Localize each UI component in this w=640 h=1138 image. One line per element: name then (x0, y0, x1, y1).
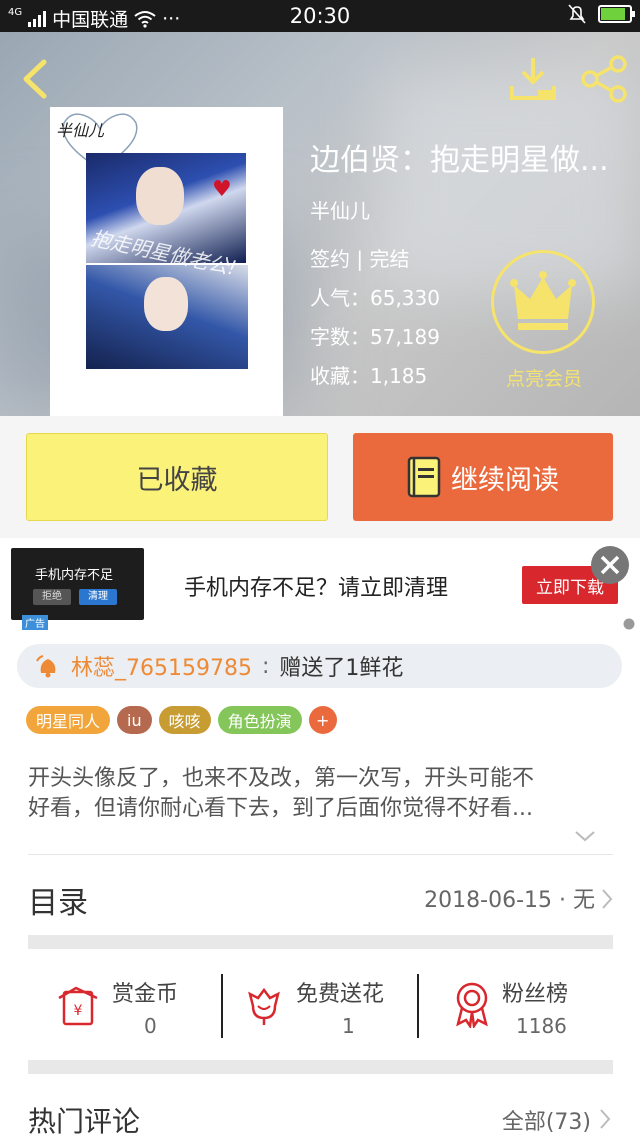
ad-tag: 广告 (22, 615, 48, 630)
gift-user-name[interactable]: 林蕊_765159785 (71, 650, 252, 682)
stat-label: 赏金币 (112, 982, 179, 1007)
vip-crown-button[interactable] (491, 250, 595, 354)
description-line: 好看，但请你耐心看下去，到了后面你觉得不好看... (28, 796, 533, 821)
mute-bell-icon (568, 4, 586, 24)
bell-ring-icon (36, 655, 56, 678)
book-title: 边伯贤：抱走明星做... (310, 143, 609, 178)
crown-icon (510, 271, 576, 330)
stats-row: ¥ 赏金币 0 免费送花 1 粉丝榜 1186 (28, 962, 613, 1048)
close-icon (600, 555, 620, 575)
gift-separator: : (261, 653, 270, 679)
ad-choice-icon[interactable] (620, 618, 638, 630)
vip-label[interactable]: 点亮会员 (494, 364, 594, 391)
section-divider (28, 1060, 613, 1074)
share-button[interactable] (578, 54, 630, 104)
book-header: 半仙儿 ♥ 抱走明星做老公! 边伯贤：抱走明星做... 半仙儿 签约 | 完结 … (0, 32, 640, 416)
book-popularity: 人气：65,330 (310, 286, 440, 310)
stat-fan-ranking[interactable]: 粉丝榜 1186 (420, 962, 613, 1048)
divider (28, 854, 613, 855)
download-button[interactable] (508, 54, 558, 104)
hot-comments-header[interactable]: 热门评论 全部(73) (28, 1098, 613, 1138)
book-status: 签约 | 完结 (310, 247, 410, 271)
tag-item[interactable]: 角色扮演 (217, 706, 302, 734)
back-button[interactable] (14, 54, 58, 104)
tag-list: 明星同人 iu 咳咳 角色扮演 + (26, 706, 337, 734)
stat-coins[interactable]: ¥ 赏金币 0 (28, 962, 222, 1048)
stat-flowers[interactable]: 免费送花 1 (224, 962, 418, 1048)
stat-value: 0 (144, 1014, 157, 1038)
action-bar: 已收藏 继续阅读 (0, 416, 640, 538)
status-time: 20:30 (289, 4, 351, 28)
toc-update-date: 2018-06-15 · 无 (424, 888, 595, 913)
svg-text:¥: ¥ (74, 1003, 83, 1019)
tag-item[interactable]: 咳咳 (158, 706, 211, 734)
tag-item[interactable]: 明星同人 (26, 706, 111, 734)
stat-label: 免费送花 (296, 982, 385, 1007)
battery-icon (598, 5, 635, 23)
comments-title: 热门评论 (28, 1105, 141, 1138)
stat-value: 1186 (516, 1014, 567, 1038)
toc-row[interactable]: 目录 2018-06-15 · 无 (28, 868, 613, 924)
book-detail-content: 林蕊_765159785 : 赠送了1鲜花 明星同人 iu 咳咳 角色扮演 + … (0, 632, 640, 1138)
battery-level (601, 8, 625, 20)
ad-image-clean: 清理 (79, 589, 117, 605)
status-right (568, 4, 635, 24)
description-line: 开头头像反了，也来不及改，第一次写，开头可能不 (28, 766, 535, 791)
ad-image[interactable]: 手机内存不足 拒绝 清理 广告 (11, 548, 144, 630)
ad-image-title: 手机内存不足 (35, 568, 114, 583)
book-cover[interactable]: 半仙儿 ♥ 抱走明星做老公! (50, 107, 283, 416)
ad-close-button[interactable] (591, 546, 629, 584)
flower-icon (248, 987, 280, 1025)
stat-value: 1 (342, 1014, 355, 1038)
continue-reading-button[interactable]: 继续阅读 (353, 433, 613, 521)
chevron-right-icon (600, 1109, 611, 1129)
book-description[interactable]: 开头头像反了，也来不及改，第一次写，开头可能不 好看，但请你耐心看下去，到了后面… (28, 764, 613, 824)
favorited-button[interactable]: 已收藏 (26, 433, 328, 521)
red-heart-icon: ♥ (212, 177, 232, 202)
cover-author-text: 半仙儿 (56, 121, 105, 140)
gift-notification: 林蕊_765159785 : 赠送了1鲜花 (17, 644, 622, 688)
ribbon-icon (456, 982, 488, 1028)
chevron-right-icon (602, 889, 613, 909)
book-favorites-count: 收藏：1,185 (310, 364, 428, 388)
ad-text[interactable]: 手机内存不足？请立即清理 (184, 570, 448, 602)
stat-label: 粉丝榜 (502, 982, 569, 1007)
expand-chevron-icon[interactable] (574, 828, 596, 844)
continue-reading-label: 继续阅读 (451, 464, 559, 496)
book-word-count: 字数：57,189 (310, 325, 440, 349)
add-tag-button[interactable]: + (308, 706, 337, 734)
gift-action: 赠送了1鲜花 (279, 656, 404, 681)
toc-title: 目录 (28, 886, 88, 921)
tag-item[interactable]: iu (117, 706, 152, 734)
ad-banner[interactable]: 手机内存不足 拒绝 清理 广告 手机内存不足？请立即清理 立即下载 (0, 538, 640, 632)
section-divider (28, 935, 613, 949)
coin-icon: ¥ (58, 986, 98, 1026)
comments-all-link[interactable]: 全部(73) (502, 1104, 591, 1136)
book-author[interactable]: 半仙儿 (310, 195, 370, 224)
ad-image-reject: 拒绝 (33, 589, 71, 605)
book-icon (407, 456, 441, 498)
status-bar: 4G 中国联通 ··· 20:30 (0, 0, 640, 32)
